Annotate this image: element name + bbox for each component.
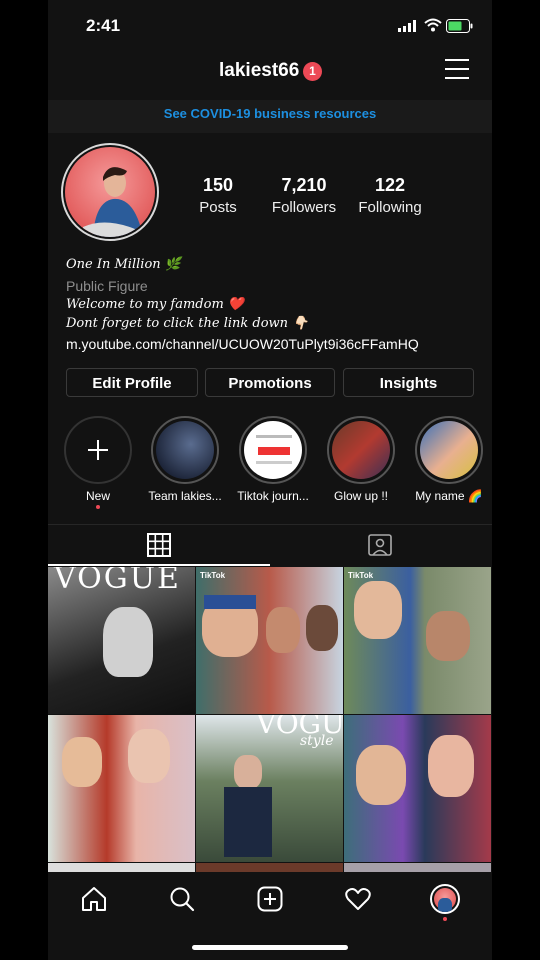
- plus-icon: [88, 440, 108, 460]
- highlight-tiktok-journey[interactable]: [239, 416, 307, 484]
- bio-line-2: Dont forget to click the link down 👇🏻: [66, 316, 309, 331]
- grid-post-2[interactable]: TikTok: [196, 567, 343, 714]
- posts-stat[interactable]: 150 Posts: [173, 175, 263, 216]
- bio-link[interactable]: m.youtube.com/channel/UCUOW20TuPlyt9i36c…: [66, 336, 419, 352]
- avatar-person-illustration: [83, 167, 143, 237]
- grid-post-5[interactable]: VOGUE style: [196, 715, 343, 862]
- bio-category: Public Figure: [66, 278, 148, 294]
- notification-badge[interactable]: 1: [303, 62, 322, 81]
- highlight-label-tiktok: Tiktok journ...: [237, 489, 309, 503]
- profile-activity-dot: [443, 917, 447, 921]
- highlight-my-name[interactable]: [415, 416, 483, 484]
- following-label: Following: [358, 199, 422, 216]
- covid-resources-link[interactable]: See COVID-19 business resources: [48, 100, 492, 133]
- add-post-icon[interactable]: [257, 886, 283, 912]
- post1-vogue-text: VOGUE: [54, 567, 181, 596]
- status-bar: 2:41: [48, 0, 492, 50]
- search-icon[interactable]: [169, 886, 195, 912]
- bio-name: One In Million 🌿: [66, 257, 181, 272]
- following-stat[interactable]: 122 Following: [345, 175, 435, 216]
- post5-style-text: style: [300, 733, 334, 749]
- profile-avatar-icon[interactable]: [430, 884, 460, 914]
- edit-profile-button[interactable]: Edit Profile: [66, 368, 198, 397]
- tagged-icon[interactable]: [368, 533, 392, 557]
- grid-post-4[interactable]: [48, 715, 195, 862]
- posts-label: Posts: [199, 199, 237, 216]
- following-count: 122: [374, 175, 406, 195]
- new-indicator-dot: [96, 505, 100, 509]
- heart-icon[interactable]: [345, 887, 371, 911]
- active-tab-indicator: [48, 564, 270, 566]
- grid-post-3[interactable]: TikTok: [344, 567, 491, 714]
- battery-icon: [446, 19, 473, 33]
- grid-post-1[interactable]: VOGUE: [48, 567, 195, 714]
- status-time: 2:41: [86, 16, 121, 35]
- profile-username[interactable]: lakiest66: [219, 60, 299, 82]
- promotions-button[interactable]: Promotions: [205, 368, 335, 397]
- followers-stat[interactable]: 7,210 Followers: [259, 175, 349, 216]
- profile-avatar[interactable]: [65, 147, 155, 237]
- highlight-label-team: Team lakies...: [148, 489, 222, 503]
- wifi-icon: [424, 18, 442, 32]
- highlight-glow-up[interactable]: [327, 416, 395, 484]
- followers-count: 7,210: [281, 175, 327, 195]
- highlight-label-glow: Glow up !!: [333, 489, 389, 503]
- screen: 2:41 lakiest66 1 See COVID-19 business r…: [48, 0, 492, 960]
- home-icon[interactable]: [81, 886, 107, 912]
- menu-icon[interactable]: [445, 59, 469, 81]
- highlight-team-lakies[interactable]: [151, 416, 219, 484]
- bio-line-1: Welcome to my famdom ❤️: [66, 297, 245, 312]
- posts-count: 150: [202, 175, 234, 195]
- post3-tiktok-label: TikTok: [348, 571, 374, 580]
- grid-icon[interactable]: [147, 533, 171, 557]
- post2-tiktok-label: TikTok: [200, 571, 226, 580]
- insights-button[interactable]: Insights: [343, 368, 474, 397]
- signal-icon: [398, 20, 416, 32]
- home-indicator: [192, 945, 348, 950]
- grid-post-6[interactable]: [344, 715, 491, 862]
- highlight-new[interactable]: [64, 416, 132, 484]
- highlight-label-new: New: [85, 489, 110, 503]
- highlight-label-myname: My name 🌈: [415, 489, 483, 503]
- followers-label: Followers: [271, 199, 337, 216]
- profile-tabs: [48, 524, 492, 567]
